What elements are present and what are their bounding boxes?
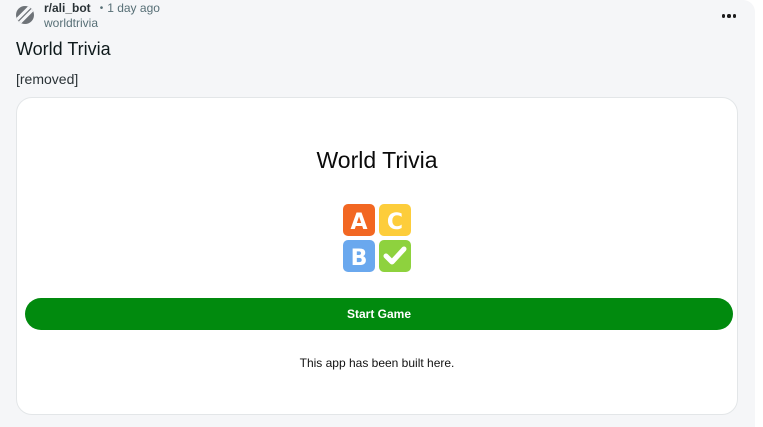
logo-letter-c: C (387, 210, 403, 235)
post-title[interactable]: World Trivia (16, 36, 111, 62)
game-title: World Trivia (316, 147, 438, 173)
post-author-link[interactable]: worldtrivia (44, 16, 160, 31)
post-header: r/ali_bot • 1 day ago worldtrivia (16, 1, 160, 35)
logo-letter-a: A (350, 210, 367, 235)
post-card: r/ali_bot • 1 day ago worldtrivia World … (0, 0, 755, 427)
post-meta: r/ali_bot • 1 day ago worldtrivia (44, 1, 160, 31)
post-meta-line: r/ali_bot • 1 day ago (44, 1, 160, 16)
post-body: [removed] (16, 71, 79, 87)
meta-separator: • (99, 3, 104, 14)
more-options-button[interactable] (717, 6, 741, 26)
logo-letter-b: B (351, 246, 368, 271)
subreddit-link[interactable]: r/ali_bot (44, 1, 91, 16)
ellipsis-icon (721, 14, 726, 18)
subreddit-avatar-icon[interactable] (16, 6, 34, 24)
start-game-button[interactable]: Start Game (25, 298, 733, 330)
app-footer-note: This app has been built here. (299, 356, 455, 370)
app-embed: World Trivia A C B Start Game This app h… (16, 97, 738, 415)
post-timestamp: 1 day ago (107, 1, 160, 15)
abc-quiz-logo-icon: A C B (343, 204, 411, 272)
